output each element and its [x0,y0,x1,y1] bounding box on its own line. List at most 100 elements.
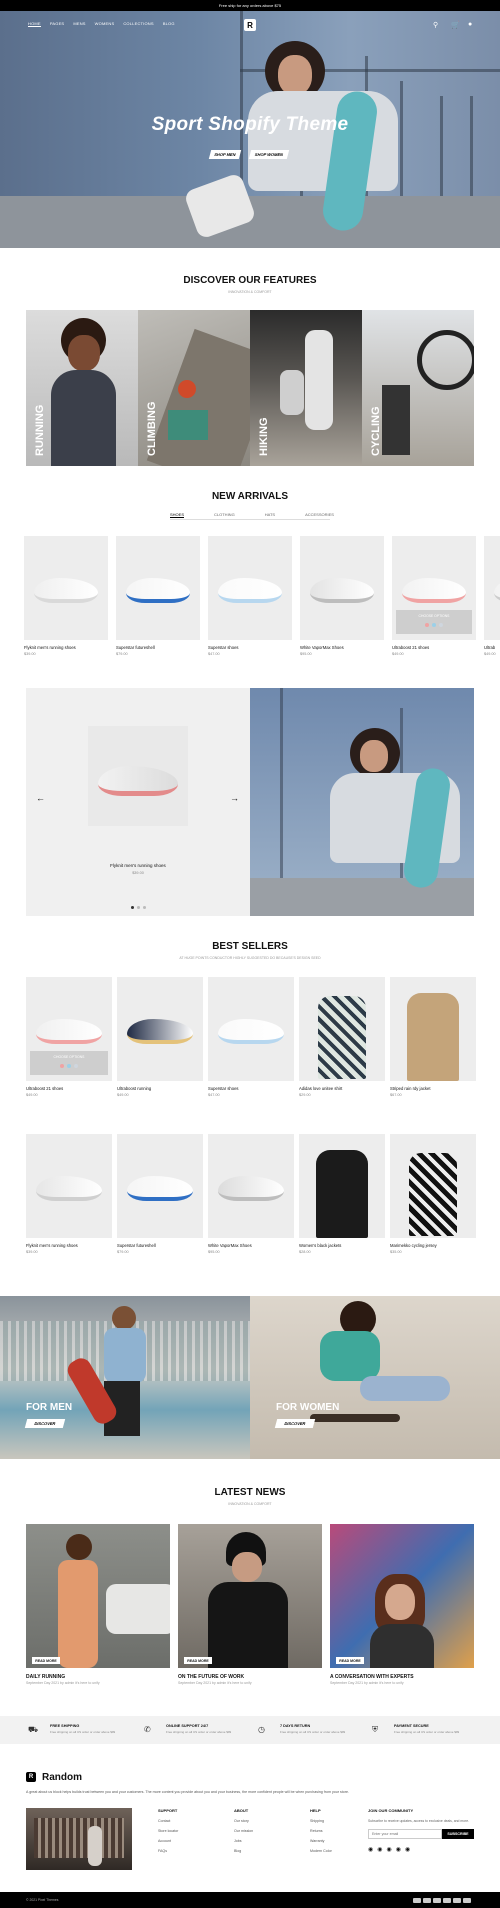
footer-link[interactable]: Modern Color [310,1849,332,1853]
product-card[interactable]: Flyknit men's running shoes $39.00 [26,1134,112,1258]
product-name[interactable]: Ultrab [484,645,495,650]
product-card[interactable]: Superstar shoes $47.00 [208,536,292,660]
product-image[interactable] [24,536,108,640]
product-card[interactable]: Superstar futureshell $79.00 [116,536,200,660]
footer-link[interactable]: Store locator [158,1829,178,1833]
cart-icon[interactable]: 🛒 [451,21,460,29]
shop-women-button[interactable]: SHOP WOMEN [248,150,290,159]
feature-climbing[interactable]: CLIMBING [138,310,250,466]
product-card[interactable]: Marimekko cycling jersey $35.00 [390,1134,476,1258]
subscribe-button[interactable]: SUBSCRIBE [442,1828,474,1839]
product-card[interactable]: CHOOSE OPTIONS Ultraboost 21 shoes $49.00 [392,536,476,660]
pinterest-icon[interactable]: ◉ [377,1846,382,1853]
product-image[interactable] [208,977,294,1081]
product-card[interactable]: CHOOSE OPTIONS Ultraboost 21 shoes $49.00 [26,977,112,1101]
product-image[interactable] [390,1134,476,1238]
color-swatch[interactable] [439,623,443,627]
product-name[interactable]: Flyknit men's running shoes [26,1243,78,1248]
nav-pages[interactable]: PAGES [50,21,65,27]
read-more-button[interactable]: READ MORE [336,1657,364,1664]
account-icon[interactable]: ● [468,21,472,28]
footer-link[interactable]: FAQs [158,1849,178,1853]
shop-men-button[interactable]: SHOP MEN [208,150,242,159]
footer-link[interactable]: Account [158,1839,178,1843]
product-name[interactable]: Superstar futureshell [117,1243,156,1248]
footer-link[interactable]: Our mission [234,1829,253,1833]
product-card[interactable]: Ultraboost running $49.00 [117,977,203,1101]
footer-link[interactable]: Jobs [234,1839,253,1843]
dribbble-icon[interactable]: ◉ [405,1846,410,1853]
discover-women-button[interactable]: DISCOVER [274,1419,316,1428]
feature-hiking[interactable]: HIKING [250,310,362,466]
product-name[interactable]: Striped rain rdy jacket [390,1086,431,1091]
arrow-left-icon[interactable]: ← [36,793,45,803]
product-name[interactable]: Flyknit men's running shoes [24,645,76,650]
product-card[interactable]: White VaporMax Shoes $95.00 [300,536,384,660]
brand-logo[interactable]: R [244,19,256,31]
color-swatch[interactable] [67,1064,71,1068]
product-image[interactable] [117,1134,203,1238]
nav-blog[interactable]: BLOG [163,21,175,27]
product-image[interactable] [116,536,200,640]
newsletter-email-input[interactable] [368,1828,442,1839]
nav-home[interactable]: HOME [28,21,41,27]
product-name[interactable]: Superstar shoes [208,1086,239,1091]
product-card[interactable]: Flyknit men's running shoes $39.00 [24,536,108,660]
promo-product-image[interactable] [88,726,188,826]
quick-options-panel[interactable]: CHOOSE OPTIONS [396,610,472,634]
tab-hats[interactable]: HATS [265,512,275,518]
feature-cycling[interactable]: CYCLING [362,310,474,466]
facebook-icon[interactable]: ◉ [368,1846,373,1853]
nav-womens[interactable]: WOMENS [95,21,115,27]
discover-men-button[interactable]: DISCOVER [24,1419,66,1428]
slider-dot-active[interactable] [131,906,134,909]
product-card[interactable]: White VaporMax Shoes $95.00 [208,1134,294,1258]
product-card[interactable]: Striped rain rdy jacket $67.00 [390,977,476,1101]
product-image[interactable] [390,977,476,1081]
promo-product-name[interactable]: Flyknit men's running shoes [26,863,250,868]
banner-for-men[interactable]: FOR MEN DISCOVER [0,1296,250,1459]
banner-for-women[interactable]: FOR WOMEN DISCOVER [250,1296,500,1459]
product-image[interactable] [300,536,384,640]
footer-brand[interactable]: Random [42,1772,82,1783]
color-swatch[interactable] [425,623,429,627]
product-name[interactable]: White VaporMax Shoes [300,645,344,650]
instagram-icon[interactable]: ◉ [387,1846,392,1853]
product-card[interactable]: Ultrab $49.00 [484,536,500,660]
product-image[interactable] [26,1134,112,1238]
product-name[interactable]: Adidas love unitee shirt [299,1086,342,1091]
feature-running[interactable]: RUNNING [26,310,138,466]
footer-link[interactable]: Warranty [310,1839,332,1843]
product-name[interactable]: Ultraboost running [117,1086,151,1091]
footer-logo-mark[interactable]: R [26,1772,36,1782]
product-image[interactable] [117,977,203,1081]
product-image[interactable]: CHOOSE OPTIONS [392,536,476,640]
news-headline[interactable]: A CONVERSATION WITH EXPERTS [330,1674,414,1680]
product-name[interactable]: Women's black jackets [299,1243,341,1248]
color-swatch[interactable] [74,1064,78,1068]
product-card[interactable]: Women's black jackets $28.00 [299,1134,385,1258]
twitter-icon[interactable]: ◉ [396,1846,401,1853]
color-swatch[interactable] [60,1064,64,1068]
arrow-right-icon[interactable]: → [230,793,239,803]
tab-shoes[interactable]: SHOES [170,512,185,518]
footer-link[interactable]: Our story [234,1819,253,1823]
slider-dot[interactable] [143,906,146,909]
product-image[interactable] [208,536,292,640]
read-more-button[interactable]: READ MORE [184,1657,212,1664]
footer-link[interactable]: Contact [158,1819,178,1823]
news-headline[interactable]: ON THE FUTURE OF WORK [178,1674,244,1680]
product-name[interactable]: Ultraboost 21 shoes [392,645,429,650]
product-card[interactable]: Superstar shoes $47.00 [208,977,294,1101]
product-image[interactable] [299,977,385,1081]
search-icon[interactable]: ⚲ [433,21,438,29]
quick-options-panel[interactable]: CHOOSE OPTIONS [30,1051,108,1075]
product-image[interactable] [299,1134,385,1238]
tab-accessories[interactable]: ACCESSORIES [305,512,334,518]
product-name[interactable]: White VaporMax Shoes [208,1243,252,1248]
product-card[interactable]: Superstar futureshell $79.00 [117,1134,203,1258]
product-name[interactable]: Ultraboost 21 shoes [26,1086,63,1091]
product-name[interactable]: Superstar futureshell [116,645,155,650]
product-image[interactable] [208,1134,294,1238]
product-image[interactable]: CHOOSE OPTIONS [26,977,112,1081]
